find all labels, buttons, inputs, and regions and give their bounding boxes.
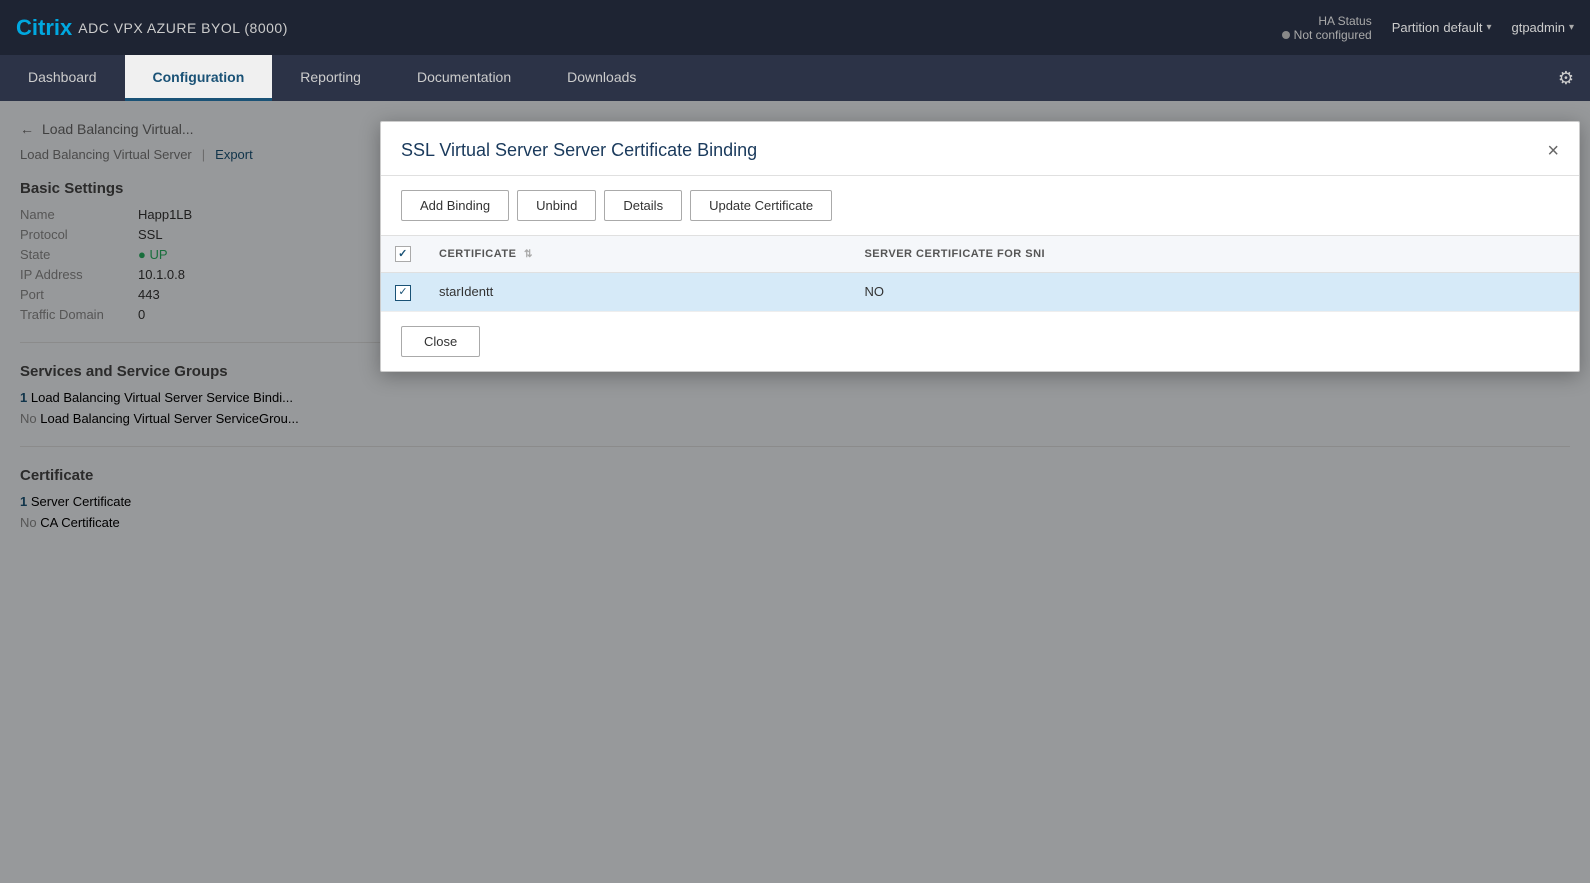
- partition-label: Partition: [1392, 20, 1440, 35]
- ha-status-dot: [1282, 31, 1290, 39]
- modal-toolbar: Add Binding Unbind Details Update Certif…: [381, 176, 1579, 235]
- app-header: Citrix ADC VPX AZURE BYOL (8000) HA Stat…: [0, 0, 1590, 55]
- modal-title: SSL Virtual Server Server Certificate Bi…: [401, 140, 757, 161]
- tab-documentation[interactable]: Documentation: [389, 55, 539, 101]
- column-sni: SERVER CERTIFICATE FOR SNI: [850, 236, 1579, 273]
- row-checkbox[interactable]: ✓: [395, 285, 411, 301]
- tab-dashboard[interactable]: Dashboard: [0, 55, 125, 101]
- user-chevron-down-icon: ▾: [1569, 22, 1574, 33]
- partition-value: default: [1443, 20, 1482, 35]
- row-check-icon: ✓: [398, 287, 407, 298]
- ha-status-text: Not configured: [1294, 28, 1372, 42]
- partition-selector[interactable]: Partition default ▾: [1392, 20, 1492, 35]
- modal-footer: Close: [381, 312, 1579, 371]
- tab-downloads[interactable]: Downloads: [539, 55, 664, 101]
- row-sni-value: NO: [850, 273, 1579, 312]
- ha-status-block: HA Status Not configured: [1282, 14, 1372, 42]
- user-menu[interactable]: gtpadmin ▾: [1511, 20, 1574, 35]
- column-certificate[interactable]: CERTIFICATE ⇅: [425, 236, 850, 273]
- ssl-binding-modal: SSL Virtual Server Server Certificate Bi…: [380, 121, 1580, 372]
- details-button[interactable]: Details: [604, 190, 682, 221]
- tab-configuration-label: Configuration: [153, 69, 245, 85]
- tab-configuration[interactable]: Configuration: [125, 55, 273, 101]
- update-certificate-button[interactable]: Update Certificate: [690, 190, 832, 221]
- nav-bar: Dashboard Configuration Reporting Docume…: [0, 55, 1590, 101]
- tab-reporting-label: Reporting: [300, 69, 361, 85]
- add-binding-button[interactable]: Add Binding: [401, 190, 509, 221]
- chevron-down-icon: ▾: [1486, 22, 1491, 33]
- column-certificate-label: CERTIFICATE: [439, 248, 516, 260]
- header-right: HA Status Not configured Partition defau…: [1282, 14, 1574, 42]
- modal-header: SSL Virtual Server Server Certificate Bi…: [381, 122, 1579, 176]
- tab-downloads-label: Downloads: [567, 69, 636, 85]
- header-checkbox[interactable]: ✓: [395, 246, 411, 262]
- settings-icon[interactable]: ⚙: [1558, 68, 1574, 89]
- tab-documentation-label: Documentation: [417, 69, 511, 85]
- main-content: ← Load Balancing Virtual... Load Balanci…: [0, 101, 1590, 883]
- header-check-icon: ✓: [398, 249, 408, 260]
- brand-citrix: Citrix: [16, 15, 72, 41]
- citrix-logo-text: Citrix: [16, 15, 72, 40]
- table-row[interactable]: ✓ starIdentt NO: [381, 273, 1579, 312]
- unbind-button[interactable]: Unbind: [517, 190, 596, 221]
- ha-status-label: HA Status: [1282, 14, 1372, 28]
- header-checkbox-cell: ✓: [381, 236, 425, 273]
- certificate-table: ✓ CERTIFICATE ⇅ SERVER CERTIFICATE FOR S…: [381, 235, 1579, 312]
- nav-right-area: ⚙: [1558, 55, 1590, 101]
- modal-close-button[interactable]: ×: [1547, 141, 1559, 161]
- column-sni-label: SERVER CERTIFICATE FOR SNI: [864, 248, 1045, 260]
- username-label: gtpadmin: [1511, 20, 1564, 35]
- table-header: ✓ CERTIFICATE ⇅ SERVER CERTIFICATE FOR S…: [381, 236, 1579, 273]
- tab-reporting[interactable]: Reporting: [272, 55, 389, 101]
- brand-product: ADC VPX AZURE BYOL (8000): [78, 20, 288, 36]
- row-certificate-value: starIdentt: [425, 273, 850, 312]
- brand-area: Citrix ADC VPX AZURE BYOL (8000): [16, 15, 1282, 41]
- tab-dashboard-label: Dashboard: [28, 69, 97, 85]
- close-button[interactable]: Close: [401, 326, 480, 357]
- sort-icon: ⇅: [524, 249, 533, 260]
- ha-status-value: Not configured: [1282, 28, 1372, 42]
- row-checkbox-cell[interactable]: ✓: [381, 273, 425, 312]
- table-body: ✓ starIdentt NO: [381, 273, 1579, 312]
